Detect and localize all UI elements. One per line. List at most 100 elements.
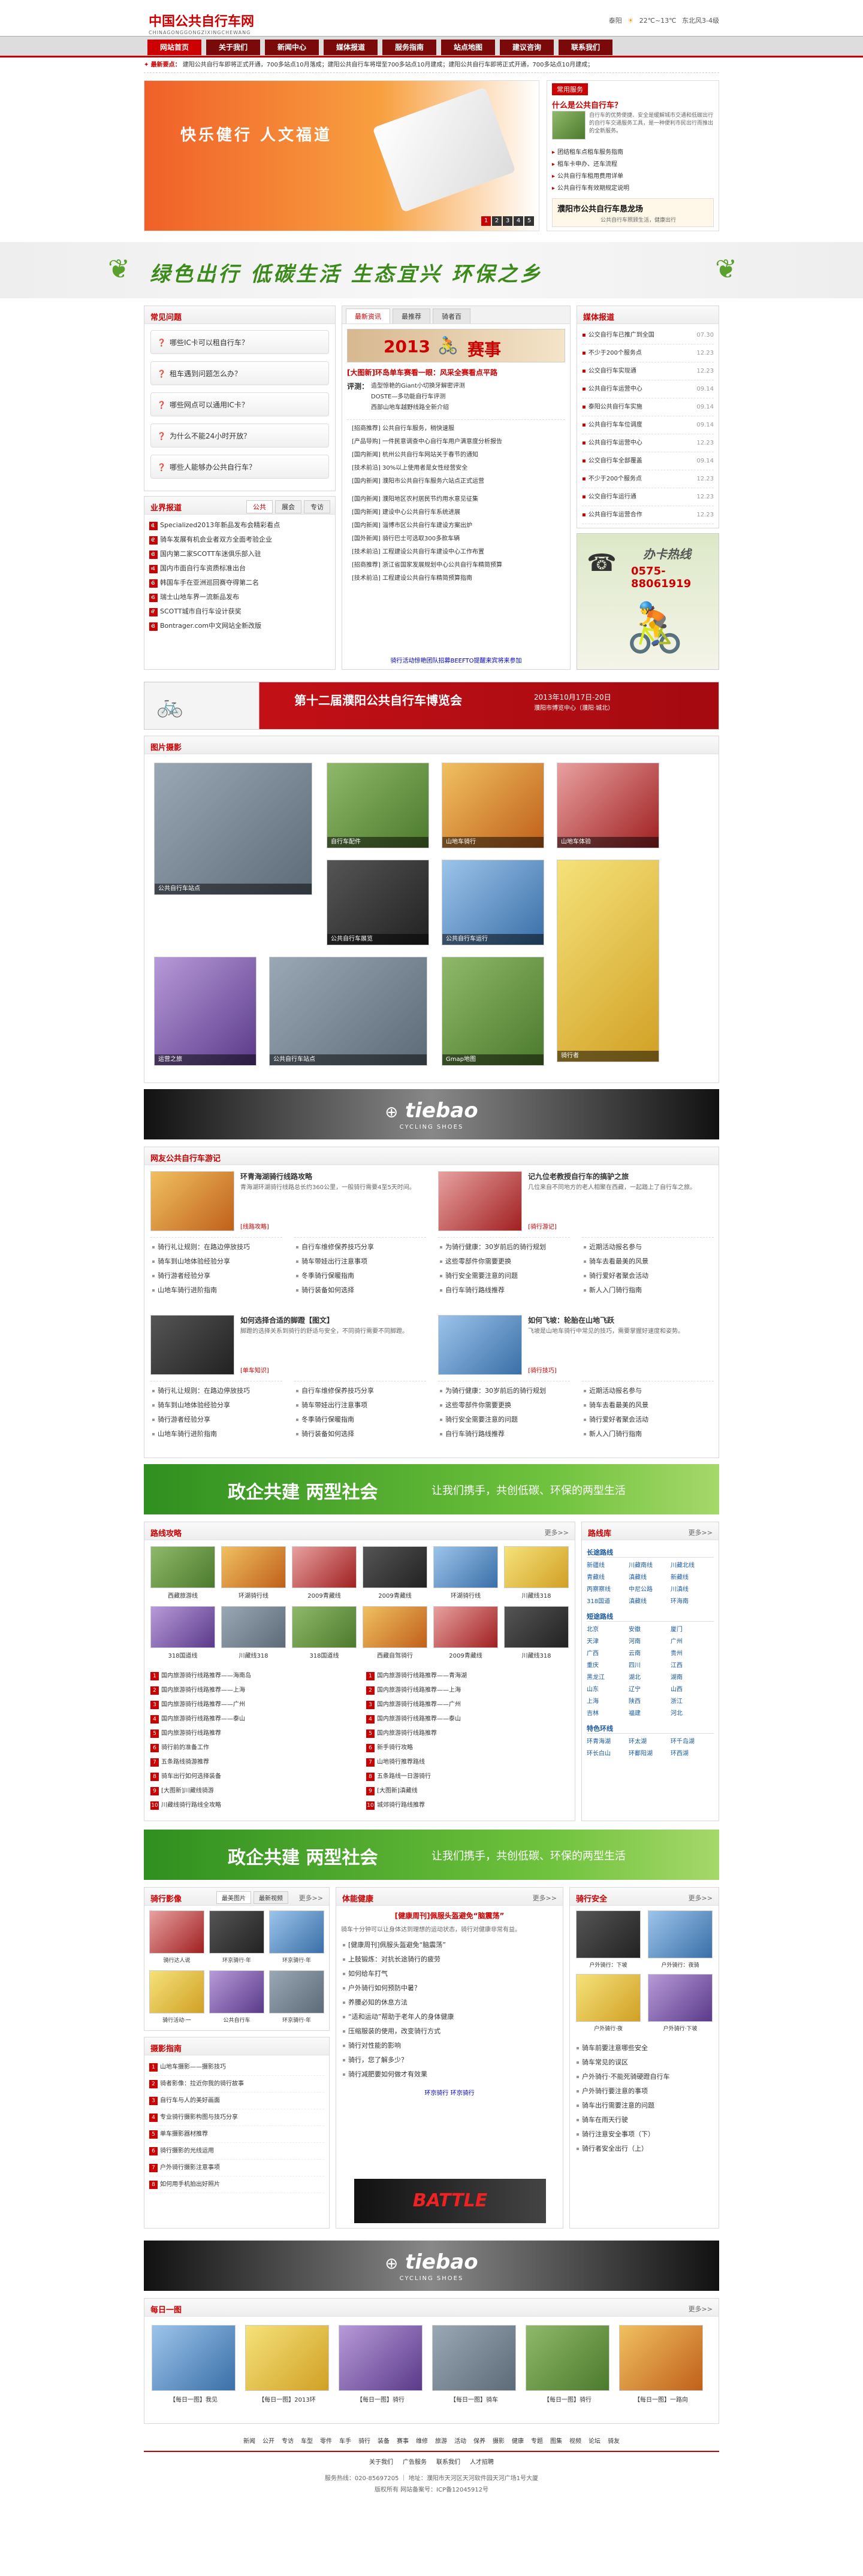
health-item[interactable]: 上肢锻炼：对抗长途骑行的疲劳 — [341, 1952, 558, 1967]
hero-page-button[interactable]: 2 — [492, 216, 502, 226]
qixing-thumb[interactable] — [209, 1970, 264, 2013]
footer-link[interactable]: 装备 — [378, 2438, 390, 2445]
library-item[interactable]: 环太湖 — [629, 1736, 671, 1748]
route-caption[interactable]: 西藏自驾骑行 — [363, 1650, 427, 1659]
route-caption[interactable]: 环湖骑行线 — [221, 1591, 286, 1600]
library-item[interactable]: 丙察察线 — [587, 1584, 629, 1596]
safety-more-link[interactable]: 更多>> — [689, 1893, 713, 1903]
travel-list-item[interactable]: 骑车到山地体验经验分享 — [150, 1254, 282, 1269]
nav-item[interactable]: 关于我们 — [206, 40, 260, 55]
travel-list-item[interactable]: 新人入门骑行指南 — [582, 1427, 714, 1441]
qixing-tab[interactable]: 最美图片 — [216, 1891, 251, 1904]
yezhe-tab[interactable]: 公共 — [246, 500, 273, 513]
news-review-item[interactable]: 西部山地车越野线路全新介绍 — [371, 403, 465, 413]
library-item[interactable]: 中尼公路 — [629, 1584, 671, 1596]
route-list-item[interactable]: 4 国内旅游骑行线路推荐——泰山 — [366, 1712, 570, 1727]
route-list-item[interactable]: 5 国内旅游骑行线路推荐 — [150, 1727, 354, 1741]
footer-link[interactable]: 旅游 — [435, 2438, 447, 2445]
travel-list-item[interactable]: 骑车到山地体验经验分享 — [150, 1398, 282, 1413]
nav-item[interactable]: 联系我们 — [559, 40, 612, 55]
intro-ad[interactable]: 濮阳市公共自行车恳龙场 公共自行车照顾生活，健康出行 — [552, 198, 714, 227]
nav-item[interactable]: 新闻中心 — [265, 40, 319, 55]
guide-item[interactable]: 8 如何用手机拍出好照片 — [149, 2176, 324, 2193]
daily-caption[interactable]: 【每日一图】我见 — [152, 2394, 236, 2403]
news-headline[interactable]: [大图新]环岛单车赛看一眼：风采全赛看点平路 — [347, 367, 565, 377]
travel-list-item[interactable]: 为骑行健康：30岁前后的骑行规划 — [438, 1384, 570, 1398]
media-item[interactable]: ▪ 不少于200个服务点 12.23 — [582, 470, 714, 488]
route-list-item[interactable]: 9 [大图新]滇藏线 — [366, 1784, 570, 1798]
route-list-item[interactable]: 3 国内旅游骑行线路推荐——广州 — [366, 1698, 570, 1712]
travel-list-item[interactable]: 骑行礼让规则：在路边停放技巧 — [150, 1384, 282, 1398]
daily-caption[interactable]: 【每日一图】一路向 — [619, 2394, 703, 2403]
route-caption[interactable]: 西藏旅游线 — [150, 1591, 215, 1600]
footer-link[interactable]: 新闻 — [243, 2438, 255, 2445]
news-item[interactable]: [国内新闻] 淄博市区公共自行车建设方案出炉 — [352, 519, 560, 533]
guide-item[interactable]: 2 骑者影像：拉近你我的骑行故事 — [149, 2076, 324, 2093]
library-item[interactable]: 滇藏线 — [629, 1596, 671, 1608]
route-caption[interactable]: 2009青藏线 — [292, 1591, 357, 1600]
footer-link[interactable]: 专题 — [531, 2438, 543, 2445]
faq-item[interactable]: ❓ 哪些人能够办公共自行车？ — [150, 455, 329, 479]
media-item[interactable]: ▪ 泰阳公共自行车实施 09.14 — [582, 398, 714, 416]
gov-banner-2[interactable]: 政企共建 两型社会 让我们携手，共创低碳、环保的两型生活 — [144, 1830, 719, 1880]
nav-item[interactable]: 网站首页 — [147, 40, 201, 55]
media-item[interactable]: ▪ 公交自行车实现通 12.23 — [582, 362, 714, 380]
route-list-item[interactable]: 9 [大图新]川藏线骑游 — [150, 1784, 354, 1798]
hotline-box[interactable]: ☎ 办卡热线 0575-88061919 🚴 — [577, 533, 719, 670]
library-item[interactable]: 环鄱阳湖 — [629, 1748, 671, 1760]
route-thumb[interactable] — [363, 1546, 427, 1588]
library-item[interactable]: 辽宁 — [629, 1684, 671, 1696]
safety-caption[interactable]: 户外骑行·夜 — [576, 2024, 641, 2032]
news-tab[interactable]: 最推荐 — [393, 309, 430, 323]
route-list-item[interactable]: 6 骑行前的准备工作 — [150, 1741, 354, 1755]
travel-list-item[interactable]: 自行车维修保养技巧分享 — [294, 1240, 426, 1254]
footer-link[interactable]: 公开 — [262, 2438, 274, 2445]
yezhe-tab[interactable]: 专访 — [304, 500, 330, 513]
footer-link[interactable]: 论坛 — [589, 2438, 601, 2445]
yezhe-item[interactable]: 1 Specialized2013年新品发布会精彩看点 — [149, 518, 330, 533]
library-item[interactable]: 福建 — [629, 1708, 671, 1720]
footer-link[interactable]: 摄影 — [493, 2438, 505, 2445]
qixing-thumb[interactable] — [209, 1910, 264, 1954]
travel-article-image[interactable] — [438, 1171, 522, 1231]
library-item[interactable]: 湖南 — [671, 1672, 713, 1684]
travel-list-item[interactable]: 为骑行健康：30岁前后的骑行规划 — [438, 1240, 570, 1254]
footer-link[interactable]: 车手 — [339, 2438, 351, 2445]
route-caption[interactable]: 川藏线318 — [504, 1650, 569, 1659]
travel-list-item[interactable]: 骑行爱好者聚会活动 — [582, 1413, 714, 1427]
intro-list-item[interactable]: ▸ 公共自行车租用费用详单 — [552, 171, 629, 183]
yezhe-item[interactable]: 3 国内第二家SCOTT车迷俱乐部入驻 — [149, 547, 330, 561]
safety-item[interactable]: 骑车在雨天行驶 — [575, 2113, 714, 2127]
library-item[interactable]: 山东 — [587, 1684, 629, 1696]
footer-link[interactable]: 图集 — [550, 2438, 562, 2445]
intro-list-item[interactable]: ▸ 租车卡申办、还车流程 — [552, 159, 629, 171]
hero-page-button[interactable]: 1 — [481, 216, 491, 226]
safety-item[interactable]: 骑行注意安全事项（下） — [575, 2127, 714, 2142]
travel-list-item[interactable]: 山地车骑行进阶指南 — [150, 1427, 282, 1441]
safety-thumb[interactable] — [648, 1974, 713, 2022]
safety-thumb[interactable] — [576, 1910, 641, 1958]
yezhe-item[interactable]: 2 骑车发展有机会业者双方全面考验企业 — [149, 533, 330, 547]
health-item[interactable]: “适和运动”帮助于老年人的身体健康 — [341, 2010, 558, 2024]
yezhe-item[interactable]: 4 国内市面自行车资质标准出台 — [149, 561, 330, 576]
photo-tile[interactable]: 运营之旅 — [154, 956, 257, 1066]
library-item[interactable]: 河南 — [629, 1636, 671, 1648]
daily-caption[interactable]: 【每日一图】骑车 — [432, 2394, 516, 2403]
health-item[interactable]: 如何给车打气 — [341, 1967, 558, 1981]
route-thumb[interactable] — [504, 1546, 569, 1588]
route-list-item[interactable]: 2 国内旅游骑行线路推荐——上海 — [366, 1683, 570, 1698]
qixing-thumb[interactable] — [149, 1910, 204, 1954]
library-item[interactable]: 四川 — [629, 1660, 671, 1672]
route-thumb[interactable] — [292, 1546, 357, 1588]
qixing-thumb[interactable] — [269, 1910, 324, 1954]
library-item[interactable]: 山西 — [671, 1684, 713, 1696]
library-item[interactable]: 环海南 — [671, 1596, 713, 1608]
library-item[interactable]: 天津 — [587, 1636, 629, 1648]
news-footer-link[interactable]: 骑行活动惊艳团队招募BEEFTO提醒来宾将来参加 — [342, 655, 570, 664]
guide-item[interactable]: 5 单车摄影器材推荐 — [149, 2126, 324, 2143]
travel-article-more[interactable]: [骑行技巧] — [528, 1365, 557, 1374]
library-item[interactable]: 上海 — [587, 1696, 629, 1708]
library-item[interactable]: 黑龙江 — [587, 1672, 629, 1684]
footer-link-2[interactable]: 联系我们 — [436, 2459, 460, 2466]
daily-more-link[interactable]: 更多>> — [689, 2304, 713, 2314]
